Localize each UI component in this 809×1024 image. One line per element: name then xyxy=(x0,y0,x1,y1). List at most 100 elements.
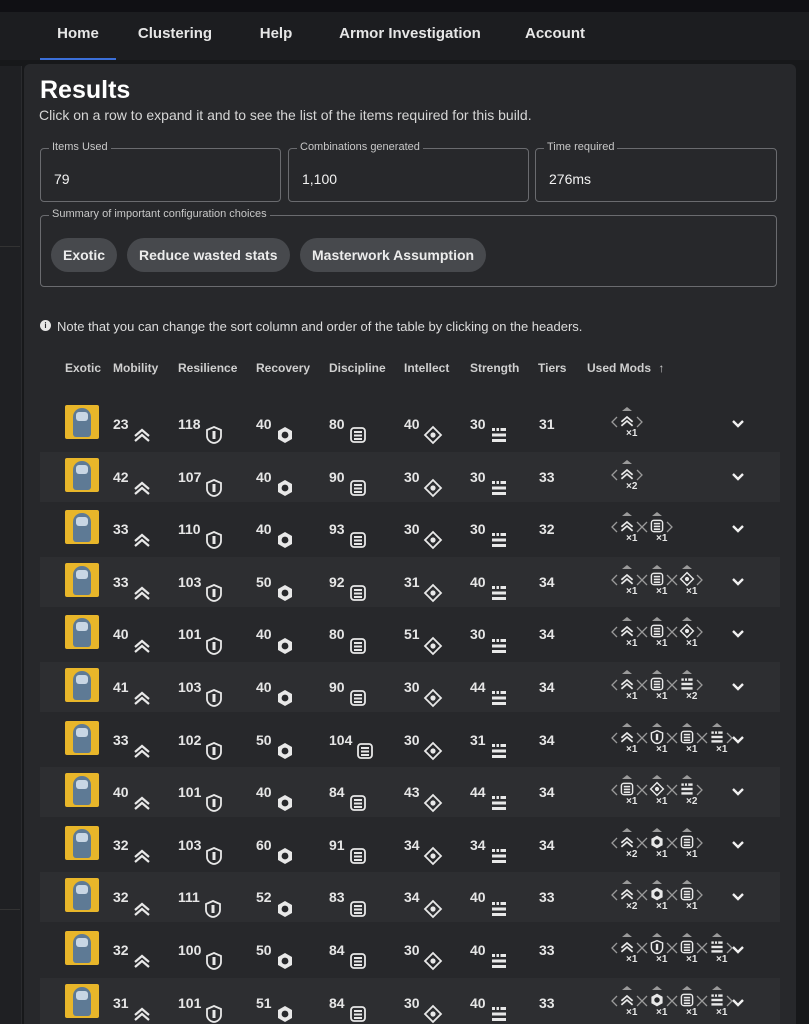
mod-discipline-icon: ×1 xyxy=(610,773,644,811)
table-row[interactable]: 41 103 40 90 30 44 34 ×1 ×1 ×2 xyxy=(40,662,780,712)
mod-discipline-icon: ×1 xyxy=(670,826,704,864)
mod-count: ×2 xyxy=(626,480,638,492)
expand-chevron-icon[interactable] xyxy=(730,995,746,1011)
intellect-icon xyxy=(423,678,443,708)
expand-chevron-icon[interactable] xyxy=(730,889,746,905)
config-summary-label: Summary of important configuration choic… xyxy=(49,208,270,220)
strength-value: 44 xyxy=(470,784,486,801)
chip-reduce-wasted-stats[interactable]: Reduce wasted stats xyxy=(127,238,290,272)
header-recovery[interactable]: Recovery xyxy=(256,361,310,375)
chip-masterwork-assumption[interactable]: Masterwork Assumption xyxy=(300,238,487,272)
recovery-icon xyxy=(275,573,295,602)
mod-count: ×2 xyxy=(626,901,638,913)
header-strength[interactable]: Strength xyxy=(470,361,519,375)
discipline-cell: 83 xyxy=(329,872,368,922)
header-mobility[interactable]: Mobility xyxy=(113,361,158,375)
header-exotic[interactable]: Exotic xyxy=(65,361,101,375)
mod-recovery-icon: ×1 xyxy=(640,984,674,1022)
chip-exotic[interactable]: Exotic xyxy=(51,238,118,272)
mod-discipline-icon: ×1 xyxy=(670,878,704,916)
strength-value: 40 xyxy=(470,942,486,958)
mobility-value: 33 xyxy=(113,731,129,748)
mobility-cell: 41 xyxy=(113,662,152,712)
table-row[interactable]: 40 101 40 84 43 44 34 ×1 ×1 ×2 xyxy=(40,767,780,818)
tab-home[interactable]: Home xyxy=(40,12,116,60)
intellect-cell: 34 xyxy=(404,820,443,870)
resilience-icon xyxy=(204,783,224,813)
expand-chevron-icon[interactable] xyxy=(730,942,746,958)
table-row[interactable]: 33 103 50 92 31 40 34 ×1 ×1 ×1 xyxy=(40,556,780,607)
mod-strength-icon: ×2 xyxy=(670,773,704,811)
discipline-value: 80 xyxy=(329,416,345,432)
table-row[interactable]: 40 101 40 80 51 30 34 ×1 ×1 ×1 xyxy=(40,609,780,659)
mod-count: ×1 xyxy=(656,691,668,702)
left-sidebar-edge xyxy=(0,66,22,1024)
strength-value: 30 xyxy=(470,468,486,485)
resilience-icon xyxy=(204,836,224,865)
exotic-armor-icon xyxy=(65,668,99,702)
discipline-cell: 84 xyxy=(329,767,368,817)
intellect-icon xyxy=(423,836,443,866)
mobility-icon xyxy=(132,678,152,706)
table-row[interactable]: 32 111 52 83 34 40 33 ×2 ×1 ×1 xyxy=(40,872,780,923)
table-row[interactable]: 33 110 40 93 30 30 32 ×1 ×1 xyxy=(40,504,780,554)
expand-chevron-icon[interactable] xyxy=(730,784,746,800)
recovery-icon xyxy=(275,678,295,707)
header-intellect[interactable]: Intellect xyxy=(404,361,449,375)
resilience-cell: 111 xyxy=(178,872,223,922)
intellect-icon xyxy=(423,415,443,445)
mobility-icon xyxy=(132,836,152,863)
expand-chevron-icon[interactable] xyxy=(730,574,746,590)
tab-help[interactable]: Help xyxy=(250,12,302,60)
tiers-value: 34 xyxy=(539,573,555,590)
recovery-value: 52 xyxy=(256,889,272,906)
mod-count: ×1 xyxy=(656,954,668,965)
mod-count: ×1 xyxy=(656,1006,668,1018)
table-row[interactable]: 32 100 50 84 30 40 33 ×1 ×1 ×1 ×1 xyxy=(40,925,780,975)
tab-armor-investigation[interactable]: Armor Investigation xyxy=(334,12,486,60)
recovery-cell: 40 xyxy=(256,504,295,554)
discipline-cell: 104 xyxy=(329,715,375,765)
discipline-value: 104 xyxy=(329,731,353,748)
tiers-value: 33 xyxy=(539,889,555,906)
resilience-cell: 101 xyxy=(178,978,224,1024)
expand-chevron-icon[interactable] xyxy=(730,416,746,432)
mod-mobility-icon: ×1 xyxy=(610,405,644,443)
table-row[interactable]: 32 103 60 91 34 34 34 ×2 ×1 ×1 xyxy=(40,820,780,870)
discipline-value: 90 xyxy=(329,679,345,695)
expand-chevron-icon[interactable] xyxy=(730,732,746,748)
table-row[interactable]: 33 102 50 104 30 31 34 ×1 ×1 ×1 ×1 xyxy=(40,715,780,765)
header-resilience[interactable]: Resilience xyxy=(178,361,237,375)
intellect-value: 30 xyxy=(404,521,420,538)
resilience-value: 103 xyxy=(178,679,202,695)
table-row[interactable]: 31 101 51 84 30 40 33 ×1 ×1 ×1 ×1 xyxy=(40,977,780,1024)
resilience-cell: 102 xyxy=(178,715,224,765)
info-icon: i xyxy=(40,320,51,331)
mobility-cell: 32 xyxy=(113,820,152,870)
header-tiers[interactable]: Tiers xyxy=(538,361,566,375)
mod-count: ×2 xyxy=(626,848,638,860)
recovery-value: 40 xyxy=(256,468,272,485)
expand-chevron-icon[interactable] xyxy=(730,626,746,642)
mod-resilience-icon: ×1 xyxy=(640,931,674,969)
recovery-cell: 52 xyxy=(256,872,295,922)
expand-chevron-icon[interactable] xyxy=(730,521,746,537)
mod-mobility-icon: ×2 xyxy=(610,826,644,864)
resilience-value: 101 xyxy=(178,994,202,1011)
items-used-value: 79 xyxy=(54,171,70,187)
resilience-cell: 100 xyxy=(178,925,224,975)
expand-chevron-icon[interactable] xyxy=(730,837,746,853)
strength-icon xyxy=(489,468,509,495)
header-discipline[interactable]: Discipline xyxy=(329,361,386,375)
items-used-label: Items Used xyxy=(49,141,111,153)
mod-count: ×1 xyxy=(656,638,668,650)
expand-chevron-icon[interactable] xyxy=(730,679,746,695)
tab-clustering[interactable]: Clustering xyxy=(130,12,220,60)
recovery-value: 40 xyxy=(256,679,272,695)
expand-chevron-icon[interactable] xyxy=(730,469,746,485)
mobility-value: 32 xyxy=(113,889,129,906)
header-used-mods[interactable]: Used Mods ↑ xyxy=(587,361,664,375)
table-row[interactable]: 42 107 40 90 30 30 33 ×2 xyxy=(40,451,780,502)
table-row[interactable]: 23 118 40 80 40 30 31 ×1 xyxy=(40,399,780,449)
tab-account[interactable]: Account xyxy=(516,12,594,60)
